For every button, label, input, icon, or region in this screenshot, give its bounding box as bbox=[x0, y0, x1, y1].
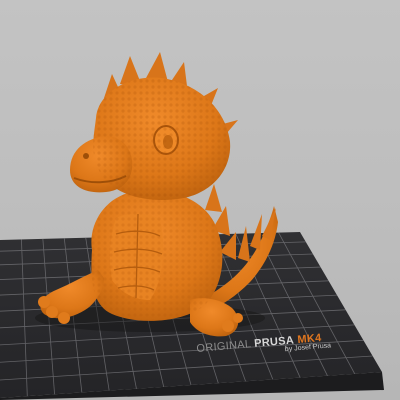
3d-viewport[interactable]: ORIGINAL PRUSA MK4 by Josef Prusa bbox=[0, 0, 400, 400]
scene-canvas[interactable] bbox=[0, 0, 400, 400]
